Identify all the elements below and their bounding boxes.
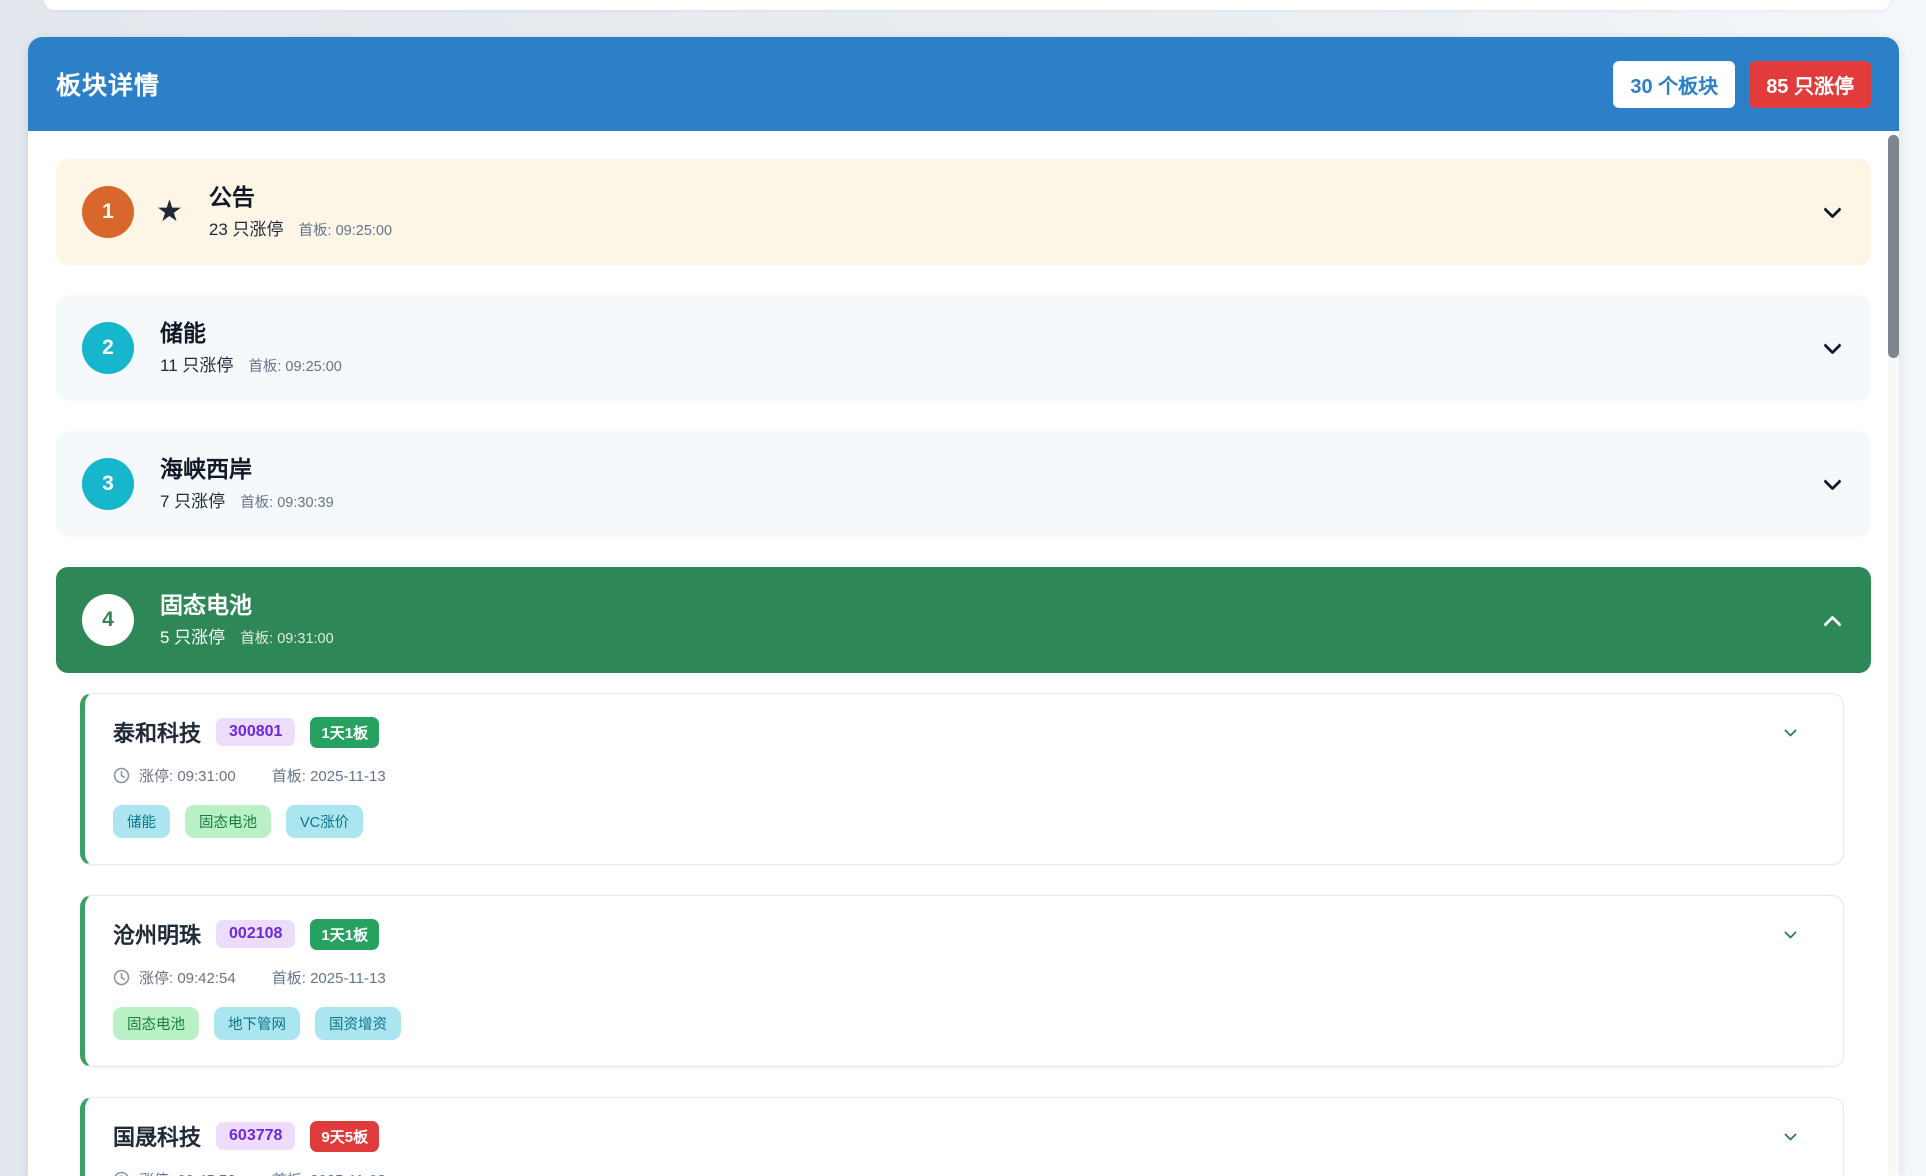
sector-title: 固态电池 [160,592,334,618]
scrollbar-thumb[interactable] [1888,135,1899,358]
sector-row-gutaidianchi[interactable]: 4 固态电池 5 只涨停 首板: 09:31:00 [56,567,1871,673]
rank-badge: 3 [82,458,134,510]
previous-card-edge [44,0,1890,10]
sector-title: 公告 [209,184,392,210]
page-title: 板块详情 [56,66,160,102]
clock-icon [113,1171,130,1176]
rank-badge: 2 [82,322,134,374]
sector-title: 储能 [160,320,342,346]
star-icon[interactable]: ★ [156,197,183,227]
stock-code-badge: 002108 [216,920,295,948]
limitup-count: 7 只涨停 [160,487,225,512]
stock-card-cangzhou[interactable]: 沧州明珠 002108 1天1板 涨停: 09:42:54 首板: 2025-1… [80,895,1844,1067]
chevron-down-icon[interactable] [1823,472,1841,490]
limitup-time: 涨停: 09:42:54 [139,967,236,988]
sector-list: 1 ★ 公告 23 只涨停 首板: 09:25:00 2 储能 11 只涨停 首… [28,131,1899,1176]
limitup-time: 涨停: 09:45:52 [139,1169,236,1176]
sector-row-haixia[interactable]: 3 海峡西岸 7 只涨停 首板: 09:30:39 [56,431,1871,537]
rank-badge: 1 [82,186,134,238]
first-board-date: 首板: 2025-11-13 [272,765,386,786]
first-board-time: 首板: 09:25:00 [299,219,393,240]
chevron-up-icon[interactable] [1823,615,1841,633]
sector-text: 储能 11 只涨停 首板: 09:25:00 [160,320,342,376]
clock-icon [113,767,130,784]
chevron-down-icon[interactable] [1823,200,1841,218]
tag[interactable]: VC涨价 [286,805,363,838]
first-board-time: 首板: 09:31:00 [240,627,334,648]
panel-header: 板块详情 30 个板块 85 只涨停 [28,37,1899,131]
stock-name: 沧州明珠 [113,918,201,950]
clock-icon [113,969,130,986]
sector-detail-panel: 板块详情 30 个板块 85 只涨停 1 ★ 公告 23 只涨停 首板: 09:… [28,37,1899,1176]
sector-text: 公告 23 只涨停 首板: 09:25:00 [209,184,392,240]
stock-card-guosheng[interactable]: 国晟科技 603778 9天5板 涨停: 09:45:52 首板: 2025-1… [80,1097,1844,1176]
stock-code-badge: 300801 [216,718,295,746]
sector-title: 海峡西岸 [160,456,334,482]
limitup-count: 23 只涨停 [209,215,284,240]
chevron-down-icon[interactable] [1823,336,1841,354]
rank-badge: 4 [82,594,134,646]
sector-row-chuneng[interactable]: 2 储能 11 只涨停 首板: 09:25:00 [56,295,1871,401]
first-board-time: 首板: 09:30:39 [240,491,334,512]
stock-list: 泰和科技 300801 1天1板 涨停: 09:31:00 首板: 2025-1… [80,693,1844,1176]
first-board-time: 首板: 09:25:00 [248,355,342,376]
tag[interactable]: 地下管网 [214,1007,300,1040]
tags-row: 储能 固态电池 VC涨价 [113,805,1815,838]
stock-name: 泰和科技 [113,716,201,748]
stock-name: 国晟科技 [113,1120,201,1152]
limitup-time: 涨停: 09:31:00 [139,765,236,786]
first-board-date: 首板: 2025-11-03 [272,1169,386,1176]
sector-row-gonggao[interactable]: 1 ★ 公告 23 只涨停 首板: 09:25:00 [56,159,1871,265]
stock-code-badge: 603778 [216,1122,295,1150]
tags-row: 固态电池 地下管网 国资增资 [113,1007,1815,1040]
tag[interactable]: 固态电池 [113,1007,199,1040]
streak-badge: 1天1板 [310,919,379,950]
tag[interactable]: 储能 [113,805,170,838]
tag[interactable]: 固态电池 [185,805,271,838]
tag[interactable]: 国资增资 [315,1007,401,1040]
header-badges: 30 个板块 85 只涨停 [1613,61,1871,108]
sector-count-badge: 30 个板块 [1613,61,1735,108]
limitup-count-badge: 85 只涨停 [1749,61,1871,108]
stock-card-taihe[interactable]: 泰和科技 300801 1天1板 涨停: 09:31:00 首板: 2025-1… [80,693,1844,865]
streak-badge: 9天5板 [310,1121,379,1152]
limitup-count: 5 只涨停 [160,623,225,648]
sector-text: 固态电池 5 只涨停 首板: 09:31:00 [160,592,334,648]
sector-text: 海峡西岸 7 只涨停 首板: 09:30:39 [160,456,334,512]
limitup-count: 11 只涨停 [160,351,233,376]
first-board-date: 首板: 2025-11-13 [272,967,386,988]
streak-badge: 1天1板 [310,717,379,748]
